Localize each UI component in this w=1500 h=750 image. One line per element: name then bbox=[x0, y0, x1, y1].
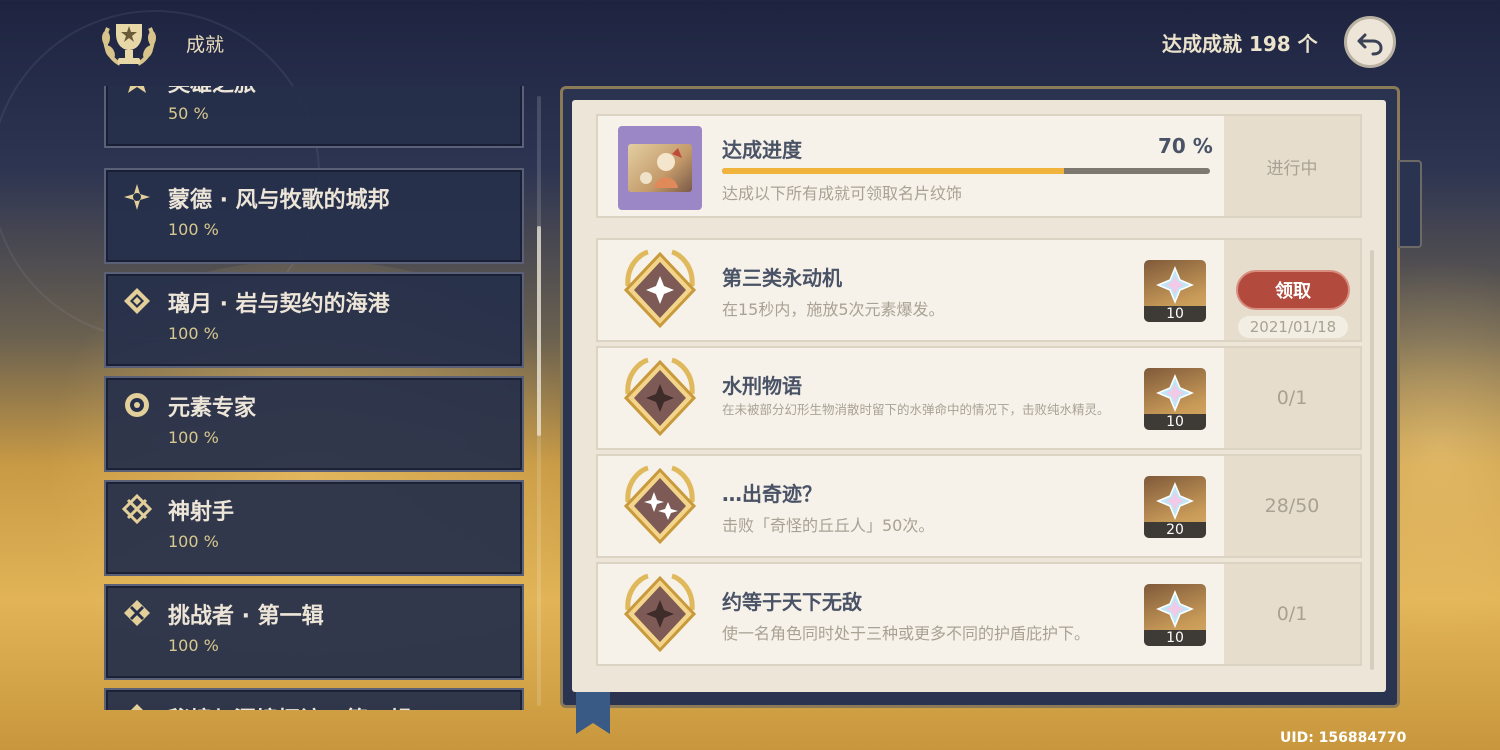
reward-quantity: 10 bbox=[1144, 306, 1206, 322]
achievement-title: 水刑物语 bbox=[722, 374, 802, 398]
achievement-scrollbar[interactable] bbox=[1370, 250, 1374, 670]
progress-bar-fill bbox=[722, 168, 1064, 174]
achievement-title: …出奇迹？ bbox=[722, 482, 822, 506]
achievement-progress: 28/50 bbox=[1224, 456, 1360, 556]
primogem-icon bbox=[1156, 374, 1194, 412]
category-item-challenger[interactable]: 挑战者 · 第一辑 100 % bbox=[104, 584, 524, 680]
category-percent: 100 % bbox=[168, 532, 219, 551]
category-name: 秘境与洞境探访 · 第一辑 bbox=[168, 702, 412, 710]
category-item-liyue[interactable]: 璃月 · 岩与契约的海港 100 % bbox=[104, 272, 524, 368]
reward-quantity: 10 bbox=[1144, 414, 1206, 430]
achievement-title: 约等于天下无敌 bbox=[722, 590, 862, 614]
category-item-hero-journey[interactable]: 英雄之旅 50 % bbox=[104, 86, 524, 148]
star-badge-icon bbox=[128, 86, 146, 93]
reward-item[interactable]: 10 bbox=[1144, 368, 1206, 430]
back-button[interactable] bbox=[1344, 16, 1396, 68]
reward-quantity: 10 bbox=[1144, 630, 1206, 646]
achievement-progress: 0/1 bbox=[1224, 564, 1360, 664]
reward-quantity: 20 bbox=[1144, 522, 1206, 538]
category-name: 璃月 · 岩与契约的海港 bbox=[168, 292, 390, 317]
progress-status: 进行中 bbox=[1224, 116, 1360, 216]
achievement-row[interactable]: 约等于天下无敌 使一名角色同时处于三种或更多不同的护盾庇护下。 10 0/1 bbox=[596, 562, 1362, 666]
category-percent: 100 % bbox=[168, 428, 219, 447]
category-list[interactable]: 英雄之旅 50 % 蒙德 · 风与牧歌的城邦 100 % 璃月 · 岩与契约的海… bbox=[104, 86, 524, 710]
progress-title: 达成进度 bbox=[722, 138, 802, 162]
category-percent: 100 % bbox=[168, 220, 219, 239]
domain-icon bbox=[131, 704, 143, 710]
reward-item[interactable]: 10 bbox=[1144, 584, 1206, 646]
progress-percent: 70 % bbox=[1158, 134, 1213, 158]
category-name: 英雄之旅 bbox=[168, 86, 256, 98]
achievement-badge-icon bbox=[623, 249, 697, 329]
category-item-mondstadt[interactable]: 蒙德 · 风与牧歌的城邦 100 % bbox=[104, 168, 524, 264]
liyue-icon bbox=[124, 288, 150, 314]
back-arrow-icon bbox=[1357, 33, 1383, 56]
reward-item[interactable]: 10 bbox=[1144, 260, 1206, 322]
achievement-row[interactable]: 第三类永动机 在15秒内，施放5次元素爆发。 10 领取 2021/01/18 bbox=[596, 238, 1362, 342]
progress-bar bbox=[722, 168, 1210, 174]
primogem-icon bbox=[1156, 482, 1194, 520]
category-scrollbar[interactable] bbox=[537, 96, 541, 706]
marksman-icon bbox=[122, 494, 152, 524]
category-name: 蒙德 · 风与牧歌的城邦 bbox=[168, 188, 390, 213]
challenger-icon bbox=[124, 600, 150, 626]
progress-card: 达成进度 70 % 达成以下所有成就可领取名片纹饰 进行中 bbox=[596, 114, 1362, 218]
category-name: 挑战者 · 第一辑 bbox=[168, 604, 324, 629]
achievement-description: 在15秒内，施放5次元素爆发。 bbox=[722, 300, 945, 319]
achievement-title: 第三类永动机 bbox=[722, 266, 842, 290]
achievement-badge-icon bbox=[623, 573, 697, 653]
category-name: 元素专家 bbox=[168, 396, 257, 421]
category-item-elemental-specialist[interactable]: 元素专家 100 % bbox=[104, 376, 524, 472]
category-item-domains[interactable]: 秘境与洞境探访 · 第一辑 bbox=[104, 688, 524, 710]
category-item-marksman[interactable]: 神射手 100 % bbox=[104, 480, 524, 576]
claim-button[interactable]: 领取 bbox=[1236, 270, 1350, 310]
book-side-tab bbox=[1398, 160, 1422, 248]
mondstadt-icon bbox=[124, 184, 150, 210]
achievement-row[interactable]: …出奇迹？ 击败「奇怪的丘丘人」50次。 20 28/50 bbox=[596, 454, 1362, 558]
completion-date: 2021/01/18 bbox=[1238, 316, 1348, 338]
achievement-description: 使一名角色同时处于三种或更多不同的护盾庇护下。 bbox=[722, 624, 1091, 643]
uid-label: UID: 156884770 bbox=[1280, 730, 1407, 746]
achievement-panel: 达成进度 70 % 达成以下所有成就可领取名片纹饰 进行中 第三类永动机 在15… bbox=[572, 100, 1386, 692]
scrollbar-thumb[interactable] bbox=[537, 226, 541, 436]
primogem-icon bbox=[1156, 590, 1194, 628]
achievement-badge-icon bbox=[623, 357, 697, 437]
category-percent: 100 % bbox=[168, 636, 219, 655]
bookmark-ribbon bbox=[576, 688, 610, 734]
claim-area: 领取 2021/01/18 bbox=[1224, 240, 1360, 340]
achievement-description: 在未被部分幻形生物消散时留下的水弹命中的情况下，击败纯水精灵。 bbox=[722, 402, 1110, 417]
trophy-laurel-icon bbox=[96, 10, 162, 76]
category-percent: 50 % bbox=[168, 104, 209, 123]
reward-item[interactable]: 20 bbox=[1144, 476, 1206, 538]
achievement-description: 击败「奇怪的丘丘人」50次。 bbox=[722, 516, 935, 535]
achievement-row[interactable]: 水刑物语 在未被部分幻形生物消散时留下的水弹命中的情况下，击败纯水精灵。 10 … bbox=[596, 346, 1362, 450]
progress-description: 达成以下所有成就可领取名片纹饰 bbox=[722, 184, 963, 203]
achievement-progress: 0/1 bbox=[1224, 348, 1360, 448]
page-title: 成就 bbox=[186, 34, 225, 56]
category-percent: 100 % bbox=[168, 324, 219, 343]
namecard-reward-icon[interactable] bbox=[618, 126, 702, 210]
achievement-badge-icon bbox=[623, 465, 697, 545]
primogem-icon bbox=[1156, 266, 1194, 304]
category-name: 神射手 bbox=[168, 500, 235, 525]
achievement-count: 达成成就 198 个 bbox=[1162, 32, 1318, 56]
element-icon bbox=[125, 393, 149, 417]
